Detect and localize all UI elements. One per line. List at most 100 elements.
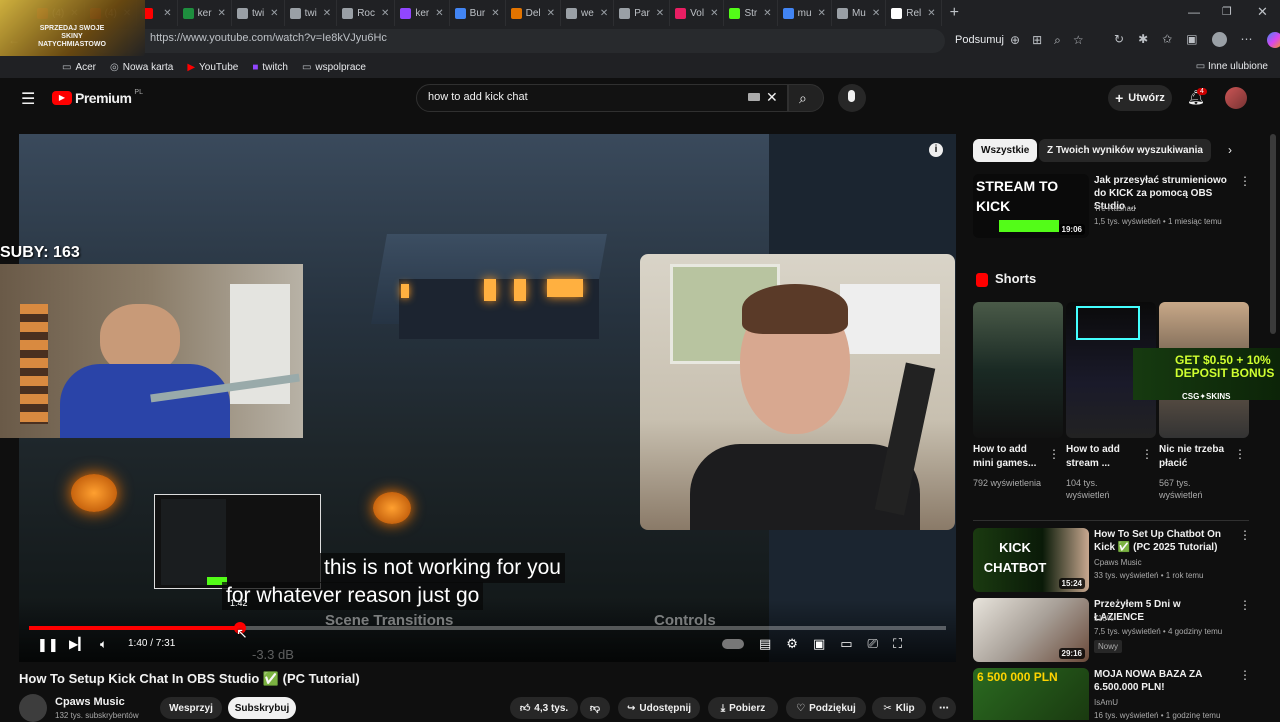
browser-tab[interactable]: ker ✕: [178, 0, 232, 26]
browser-tab[interactable]: Mu ✕: [832, 0, 887, 26]
tab-close-icon[interactable]: ✕: [927, 8, 935, 19]
maximize-button[interactable]: ❐: [1222, 5, 1232, 18]
download-button[interactable]: ⤓ Pobierz: [708, 697, 778, 719]
copilot-icon[interactable]: [1266, 32, 1280, 48]
browser-tab[interactable]: mu ✕: [778, 0, 832, 26]
collections-icon[interactable]: ▣: [1186, 32, 1197, 48]
sidebar-scrollbar[interactable]: [1270, 134, 1276, 334]
browser-tab[interactable]: ker ✕: [395, 0, 450, 26]
tab-close-icon[interactable]: ✕: [435, 8, 443, 19]
more-options-icon[interactable]: ⋮: [1239, 174, 1251, 188]
next-icon[interactable]: ▶▎: [69, 637, 87, 651]
keyboard-icon[interactable]: [748, 93, 760, 101]
pause-icon[interactable]: ❚❚: [37, 637, 59, 653]
short-more-icon-2[interactable]: ⋮: [1141, 447, 1153, 461]
tab-close-icon[interactable]: ✕: [656, 8, 664, 19]
autoplay-toggle[interactable]: [722, 639, 744, 649]
browser-tab[interactable]: twi ✕: [285, 0, 338, 26]
short-title-3[interactable]: Nic nie trzeba płacić: [1159, 443, 1234, 471]
thanks-button[interactable]: ♡ Podziękuj: [786, 697, 866, 719]
other-bookmarks[interactable]: ▭ Inne ulubione: [1196, 61, 1268, 72]
miniplayer-icon[interactable]: ▣: [813, 636, 825, 652]
tab-close-icon[interactable]: ✕: [218, 8, 226, 19]
share-button[interactable]: ↪ Udostępnij: [618, 697, 700, 719]
summarize-button[interactable]: Podsumuj: [955, 34, 1004, 46]
youtube-logo[interactable]: ▶ Premium PL: [52, 89, 143, 106]
browser-tab[interactable]: Vol ✕: [670, 0, 725, 26]
search-button[interactable]: ⌕: [788, 84, 824, 112]
short-title-2[interactable]: How to add stream ...: [1066, 443, 1141, 471]
channel-name[interactable]: Cpaws Music: [55, 696, 125, 708]
user-avatar[interactable]: [1225, 87, 1247, 109]
recommendation-top[interactable]: STREAM TO KICK 19:06 Jak przesyłać strum…: [973, 174, 1263, 238]
tab-close-icon[interactable]: ✕: [872, 8, 880, 19]
progress-bar[interactable]: [29, 622, 946, 634]
favorites-icon[interactable]: ✩: [1162, 32, 1172, 48]
tab-close-icon[interactable]: ✕: [381, 8, 389, 19]
menu-icon[interactable]: ⋯: [1241, 32, 1253, 48]
short-more-icon-3[interactable]: ⋮: [1234, 447, 1246, 461]
bookmark-acer[interactable]: ▭ Acer: [62, 62, 96, 73]
recommendation-1[interactable]: KICK CHATBOT 15:24 How To Set Up Chatbot…: [973, 528, 1263, 592]
new-tab-button[interactable]: +: [950, 4, 959, 22]
tab-close-icon[interactable]: ✕: [547, 8, 555, 19]
tab-close-icon[interactable]: ✕: [323, 8, 331, 19]
extensions-icon[interactable]: ✱: [1138, 32, 1148, 48]
browser-tab[interactable]: twi ✕: [232, 0, 285, 26]
zoom-icon[interactable]: ⌕: [1054, 33, 1061, 48]
clear-search-icon[interactable]: ✕: [766, 89, 778, 106]
tab-close-icon[interactable]: ✕: [163, 8, 171, 19]
bookmark-twitch[interactable]: ■ twitch: [252, 62, 288, 73]
short-more-icon-1[interactable]: ⋮: [1048, 447, 1060, 461]
recommendation-2[interactable]: 29:16 Przeżyłem 5 Dni w ŁAZIENCE 110% 7,…: [973, 598, 1263, 662]
more-options-icon[interactable]: ⋮: [1239, 528, 1251, 542]
theater-mode-icon[interactable]: ▭: [840, 636, 852, 652]
tab-close-icon[interactable]: ✕: [600, 8, 608, 19]
browser-tab[interactable]: Rel ✕: [886, 0, 942, 26]
subtitles-icon[interactable]: ▤: [759, 636, 771, 652]
star-icon[interactable]: ☆: [1073, 33, 1084, 48]
bookmark-new-tab[interactable]: ◎ Nowa karta: [110, 62, 173, 73]
volume-icon[interactable]: 🔈︎: [100, 637, 107, 652]
tab-close-icon[interactable]: ✕: [763, 8, 771, 19]
browser-tab[interactable]: Del ✕: [506, 0, 562, 26]
more-actions-button[interactable]: ⋯: [932, 697, 956, 719]
tab-close-icon[interactable]: ✕: [491, 8, 499, 19]
bookmark-wspolprace[interactable]: ▭ wspolprace: [302, 62, 366, 73]
channel-avatar[interactable]: [19, 694, 47, 722]
minimize-button[interactable]: —: [1188, 5, 1200, 19]
translate-icon[interactable]: ⊕: [1010, 33, 1020, 48]
tab-close-icon[interactable]: ✕: [710, 8, 718, 19]
browser-tab[interactable]: Roc ✕: [337, 0, 396, 26]
like-button[interactable]: 👍︎ 4,3 tys.: [510, 697, 578, 719]
hamburger-menu-icon[interactable]: ☰: [21, 89, 35, 109]
create-button[interactable]: + Utwórz: [1108, 85, 1172, 111]
voice-search-button[interactable]: [838, 84, 866, 112]
tab-close-icon[interactable]: ✕: [818, 8, 826, 19]
browser-tab[interactable]: we ✕: [561, 0, 615, 26]
more-options-icon[interactable]: ⋮: [1239, 598, 1251, 612]
dislike-button[interactable]: 👎︎: [580, 697, 610, 719]
promo-banner[interactable]: SPRZEDAJ SWOJE SKINY NATYCHMIASTOWO: [0, 0, 145, 58]
support-button[interactable]: Wesprzyj: [160, 697, 222, 719]
tab-close-icon[interactable]: ✕: [270, 8, 278, 19]
more-options-icon[interactable]: ⋮: [1239, 668, 1251, 682]
chip-all[interactable]: Wszystkie: [973, 139, 1038, 162]
browser-tab[interactable]: Str ✕: [724, 0, 778, 26]
browser-tab[interactable]: Bur ✕: [450, 0, 506, 26]
chips-next-icon[interactable]: ›: [1228, 143, 1232, 157]
recommendation-3[interactable]: 6 500 000 PLN MOJA NOWA BAZA ZA 6.500.00…: [973, 668, 1263, 720]
short-thumbnail-1[interactable]: [973, 302, 1063, 438]
profile-icon[interactable]: [1211, 32, 1227, 47]
browser-tab[interactable]: Par ✕: [614, 0, 671, 26]
clip-button[interactable]: ✂ Klip: [872, 697, 926, 719]
bookmark-youtube[interactable]: ▶ YouTube: [187, 62, 238, 73]
info-icon[interactable]: i: [929, 143, 943, 157]
close-window-button[interactable]: ✕: [1257, 4, 1268, 20]
short-title-1[interactable]: How to add mini games...: [973, 443, 1048, 471]
fullscreen-icon[interactable]: ⛶: [893, 636, 902, 652]
chip-from-search[interactable]: Z Twoich wyników wyszukiwania: [1039, 139, 1211, 162]
cast-icon[interactable]: ⎚: [868, 636, 878, 652]
grid-icon[interactable]: ⊞: [1032, 33, 1042, 48]
subscribe-button[interactable]: Subskrybuj: [228, 697, 296, 719]
